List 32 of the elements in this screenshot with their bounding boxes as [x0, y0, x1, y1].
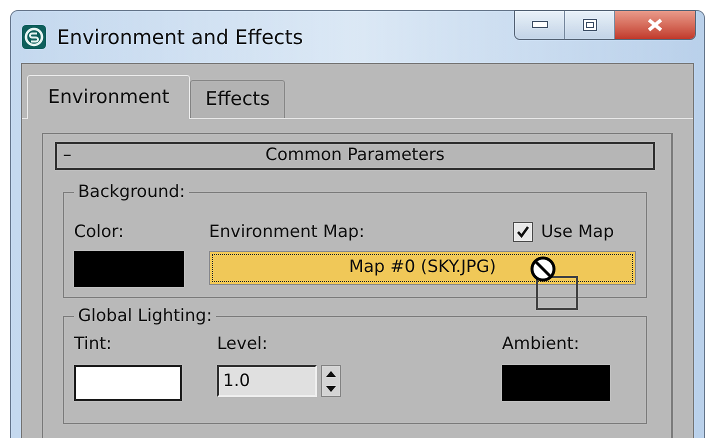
no-drop-cursor-icon — [529, 255, 581, 313]
color-label: Color: — [74, 220, 125, 244]
rollout-title: Common Parameters — [265, 144, 445, 168]
tint-swatch[interactable] — [74, 365, 182, 401]
group-title: Global Lighting: — [77, 305, 214, 328]
maximize-icon — [582, 19, 596, 31]
environment-map-label: Environment Map: — [209, 220, 365, 244]
use-map-label: Use Map — [540, 220, 614, 244]
close-icon — [646, 18, 664, 32]
ambient-label: Ambient: — [502, 332, 580, 356]
tab[interactable]: Effects — [190, 80, 285, 118]
tab[interactable]: Environment — [27, 75, 190, 119]
level-label: Level: — [217, 332, 269, 356]
level-field[interactable]: 1.0 — [217, 365, 317, 397]
down-arrow-icon — [326, 386, 336, 392]
window-title: Environment and Effects — [57, 24, 304, 51]
maximize-button[interactable] — [565, 11, 615, 39]
ambient-swatch[interactable] — [502, 365, 610, 401]
environment-map-button[interactable]: Map #0 (SKY.JPG) — [209, 251, 636, 285]
rollout-header[interactable]: – Common Parameters — [55, 142, 655, 170]
app-logo-icon — [21, 24, 47, 50]
close-button[interactable] — [615, 11, 695, 39]
use-map-checkbox[interactable] — [512, 222, 533, 242]
minimize-icon — [532, 21, 548, 29]
color-swatch[interactable] — [74, 251, 184, 287]
minimize-button[interactable] — [515, 11, 565, 39]
group-title: Background: — [77, 181, 186, 204]
checkmark-icon — [516, 225, 530, 240]
up-arrow-icon — [326, 370, 336, 376]
tint-label: Tint: — [74, 332, 113, 356]
collapse-toggle[interactable]: – — [63, 143, 72, 169]
level-spinner[interactable] — [321, 365, 341, 397]
